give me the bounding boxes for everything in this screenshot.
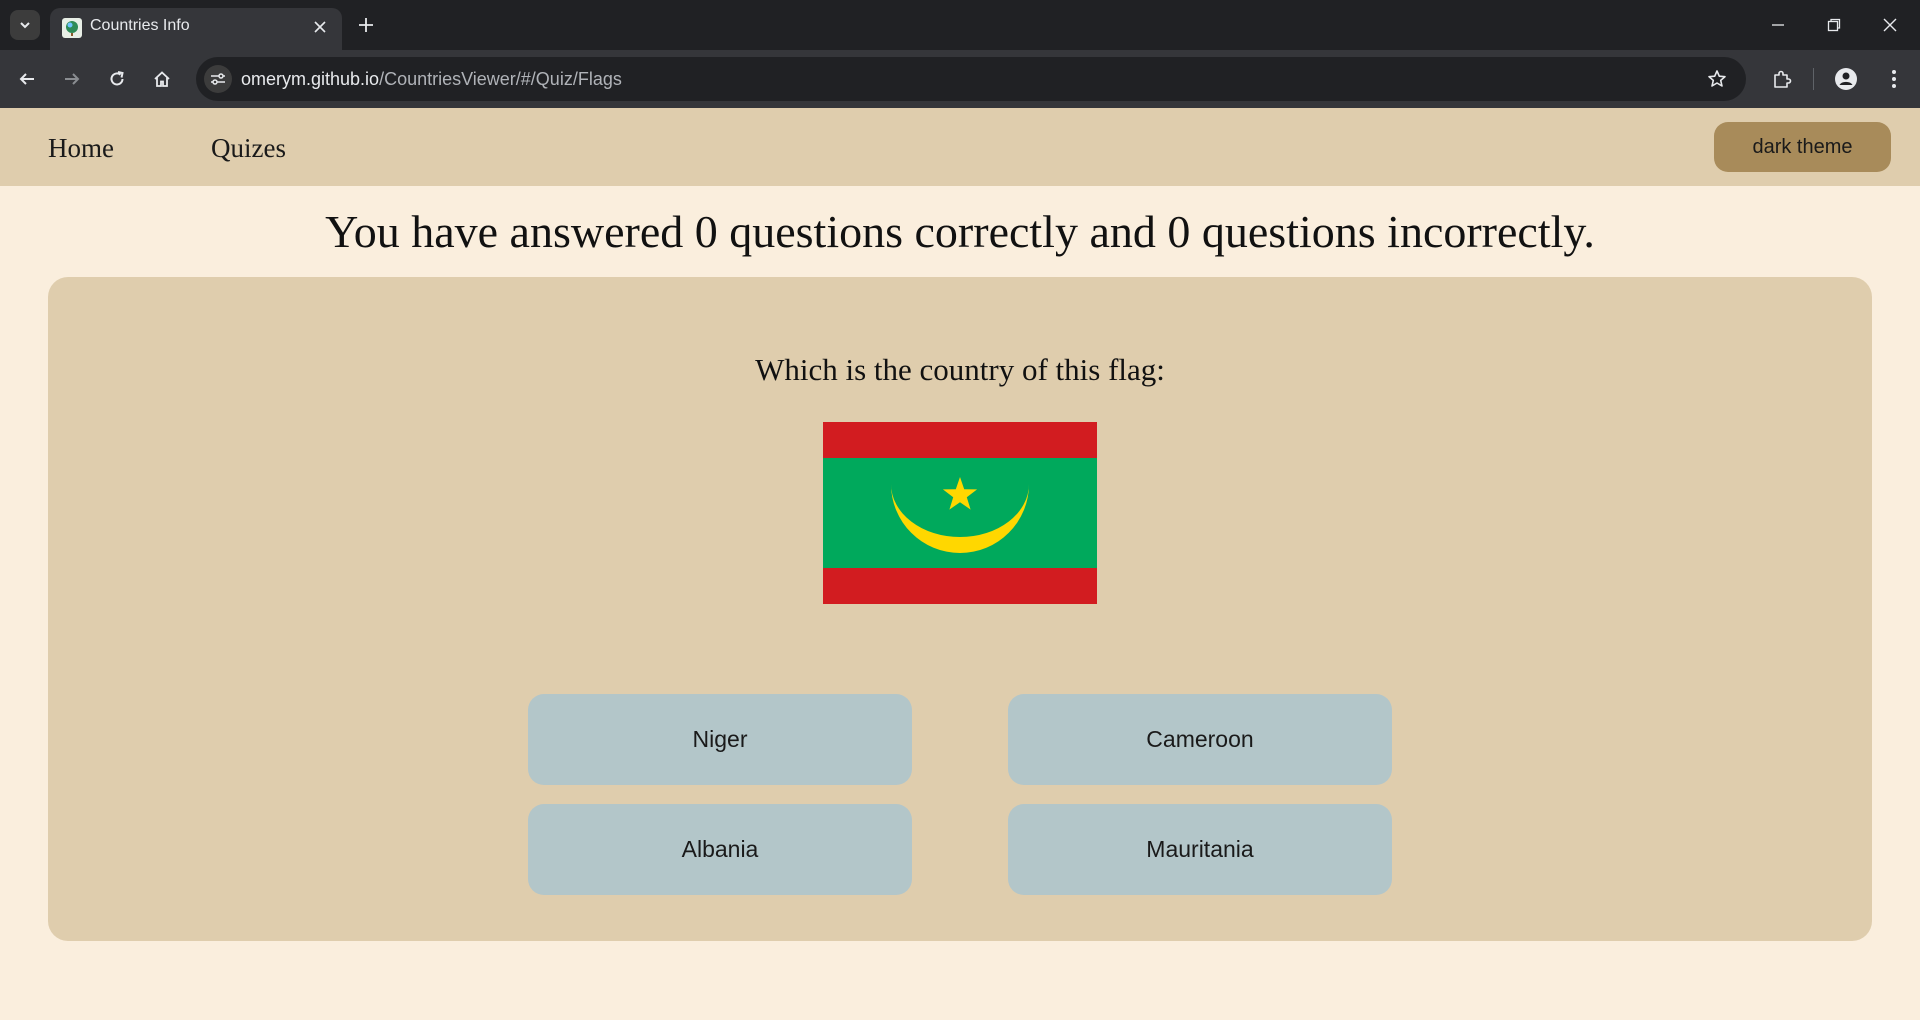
mauritania-flag-image (823, 422, 1097, 604)
question-text: Which is the country of this flag: (755, 352, 1165, 387)
minimize-window-button[interactable] (1756, 6, 1800, 44)
toolbar-divider (1813, 68, 1814, 90)
new-tab-button[interactable] (352, 10, 380, 40)
more-vertical-icon (1892, 70, 1896, 88)
home-icon (154, 71, 170, 87)
score-summary: You have answered 0 questions correctly … (325, 206, 1595, 257)
nav-quizzes-link[interactable]: Quizes (211, 132, 286, 164)
close-icon (1883, 18, 1897, 32)
site-navbar: Home Quizes dark theme (0, 108, 1920, 186)
tab-title: Countries Info (90, 17, 190, 34)
arrow-right-icon (65, 73, 80, 85)
answer-option-1[interactable]: Niger (528, 694, 912, 785)
close-tab-icon[interactable] (308, 15, 332, 39)
star-outline-icon (1708, 70, 1726, 87)
account-icon (1835, 68, 1857, 90)
puzzle-icon (1774, 70, 1792, 88)
plus-icon (359, 18, 373, 32)
profile-button[interactable] (1830, 63, 1862, 95)
browser-tab-bar: Countries Info (0, 0, 1920, 50)
restore-icon (1827, 18, 1841, 32)
answer-option-3[interactable]: Albania (528, 804, 912, 895)
dark-theme-button[interactable]: dark theme (1714, 122, 1891, 172)
nav-home-link[interactable]: Home (48, 132, 114, 164)
answer-option-2[interactable]: Cameroon (1008, 694, 1392, 785)
tab-search-button[interactable] (10, 10, 40, 40)
flag-top-red-stripe (823, 422, 1097, 459)
browser-menu-button[interactable] (1878, 63, 1910, 95)
close-window-button[interactable] (1868, 6, 1912, 44)
home-button[interactable] (146, 63, 178, 95)
globe-favicon-icon (62, 18, 82, 38)
url-host: omerym.github.io (241, 69, 380, 89)
extensions-button[interactable] (1766, 63, 1798, 95)
reload-button[interactable] (101, 63, 133, 95)
reload-icon (110, 71, 124, 86)
minimize-icon (1772, 24, 1784, 26)
arrow-left-icon (19, 73, 34, 85)
address-bar[interactable]: omerym.github.io/CountriesViewer/#/Quiz/… (196, 57, 1746, 101)
site-info-button[interactable] (204, 65, 232, 93)
bookmark-button[interactable] (1702, 64, 1732, 94)
restore-window-button[interactable] (1812, 6, 1856, 44)
browser-tab-active[interactable]: Countries Info (50, 8, 342, 50)
quiz-card: Which is the country of this flag: Niger… (48, 277, 1872, 941)
flag-bottom-red-stripe (823, 568, 1097, 604)
browser-toolbar: omerym.github.io/CountriesViewer/#/Quiz/… (0, 50, 1920, 108)
answer-option-4[interactable]: Mauritania (1008, 804, 1392, 895)
chevron-down-icon (20, 22, 30, 29)
tune-icon (211, 73, 225, 85)
url-text[interactable]: omerym.github.io/CountriesViewer/#/Quiz/… (241, 69, 622, 89)
back-button[interactable] (11, 63, 43, 95)
url-path: /CountriesViewer/#/Quiz/Flags (379, 69, 622, 89)
forward-button[interactable] (56, 63, 88, 95)
